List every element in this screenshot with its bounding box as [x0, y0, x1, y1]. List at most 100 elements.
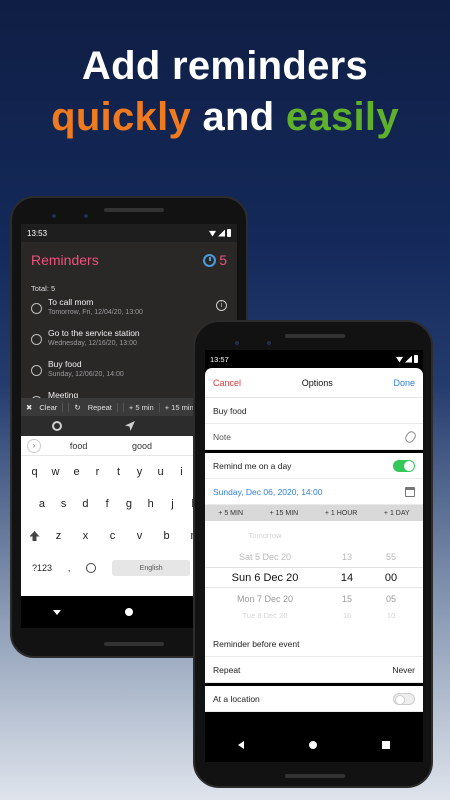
complete-radio[interactable] — [31, 334, 42, 345]
note-field[interactable]: Note — [205, 424, 423, 450]
plus-5-min-button[interactable]: + 5 min — [124, 402, 160, 412]
reminder-title: Go to the service station — [48, 328, 140, 338]
complete-radio[interactable] — [31, 303, 42, 314]
reminder-before-row[interactable]: Reminder before event — [205, 631, 423, 657]
key[interactable]: r — [90, 466, 106, 478]
home-icon[interactable] — [125, 608, 133, 616]
wheel-date: Sat 5 Dec 20 — [238, 551, 292, 562]
list-item[interactable]: To call mom Tomorrow, Fri, 12/04/20, 13:… — [31, 297, 227, 328]
complete-radio[interactable] — [31, 365, 42, 376]
remind-day-toggle[interactable] — [393, 459, 415, 472]
repeat-row[interactable]: Repeat Never — [205, 657, 423, 683]
back-icon[interactable] — [53, 609, 61, 615]
suggestion[interactable]: good — [110, 441, 173, 451]
key[interactable]: i — [174, 466, 190, 478]
headline-and: and — [191, 95, 286, 139]
numbers-key[interactable]: ?123 — [32, 563, 52, 573]
info-icon[interactable]: i — [216, 300, 227, 311]
home-icon[interactable] — [308, 741, 317, 749]
plus-1-hour-button[interactable]: + 1 HOUR — [325, 510, 357, 517]
status-bar: 13:57 — [205, 350, 423, 368]
note-placeholder: Note — [213, 431, 231, 442]
reminder-date: Wednesday, 12/16/20, 13:00 — [48, 340, 137, 347]
key[interactable]: a — [34, 498, 50, 510]
key[interactable]: d — [77, 498, 93, 510]
comma-key[interactable]: , — [68, 563, 71, 573]
signal-icon — [405, 355, 412, 363]
chevron-right-icon[interactable]: › — [27, 438, 41, 453]
repeat-value: Never — [392, 664, 415, 675]
clear-button[interactable]: ✖ Clear — [21, 402, 70, 412]
wheel-date: Tomorrow — [248, 531, 282, 540]
shift-icon[interactable] — [29, 531, 40, 541]
headline-quickly: quickly — [51, 95, 192, 139]
bottom-grille — [104, 642, 164, 646]
plus-5-min-button[interactable]: + 5 MIN — [218, 510, 243, 517]
options-header: Cancel Options Done — [205, 368, 423, 398]
options-title: Options — [301, 377, 333, 388]
suggestion[interactable]: food — [47, 441, 110, 451]
date-time-wheel[interactable]: Tomorrow Sat 5 Dec 20 13 55 Sun 6 Dec 20… — [205, 521, 423, 631]
phone-options: 13:57 Cancel Options Done Buy food Note … — [193, 320, 433, 788]
key[interactable]: j — [164, 498, 180, 510]
key[interactable]: s — [56, 498, 72, 510]
key[interactable]: y — [132, 466, 148, 478]
location-arrow-icon[interactable] — [124, 421, 135, 431]
key[interactable]: w — [48, 466, 64, 478]
alarm-clock-icon — [203, 253, 217, 267]
cancel-button[interactable]: Cancel — [213, 378, 241, 388]
status-icons — [396, 355, 418, 363]
plus-15-min-button[interactable]: + 15 MIN — [270, 510, 299, 517]
repeat-button[interactable]: ↻ Repeat — [69, 402, 124, 412]
status-icons — [209, 229, 231, 237]
status-time: 13:57 — [210, 354, 229, 364]
wheel-row: Mon 7 Dec 20 15 05 — [205, 588, 423, 609]
key[interactable]: v — [132, 530, 148, 542]
key[interactable]: e — [69, 466, 85, 478]
wheel-date: Mon 7 Dec 20 — [236, 593, 294, 604]
signal-icon — [218, 229, 225, 237]
battery-icon — [414, 355, 418, 363]
repeat-label: Repeat — [82, 402, 118, 412]
key[interactable]: c — [105, 530, 121, 542]
recents-icon[interactable] — [382, 741, 391, 749]
calendar-icon[interactable] — [405, 486, 415, 497]
headline-easily: easily — [285, 95, 399, 139]
system-nav-bar — [205, 728, 423, 762]
key[interactable]: f — [99, 498, 115, 510]
date-row[interactable]: Sunday, Dec 06, 2020, 14:00 — [205, 479, 423, 505]
location-toggle[interactable] — [393, 692, 415, 705]
key[interactable]: q — [27, 466, 43, 478]
alarm-counter[interactable]: 5 — [203, 252, 227, 268]
plus-1-day-button[interactable]: + 1 DAY — [384, 510, 410, 517]
wheel-minute: 05 — [385, 593, 396, 604]
key[interactable]: u — [153, 466, 169, 478]
reminder-title: Buy food — [48, 359, 82, 369]
reminder-date: Sunday, 12/06/20, 14:00 — [48, 371, 124, 378]
repeat-label: Repeat — [213, 664, 241, 675]
clear-label: Clear — [34, 402, 64, 412]
key[interactable]: x — [78, 530, 94, 542]
key[interactable]: h — [143, 498, 159, 510]
wheel-minute: 55 — [385, 551, 396, 562]
alarm-count: 5 — [219, 252, 227, 268]
key[interactable]: g — [121, 498, 137, 510]
done-button[interactable]: Done — [393, 378, 415, 388]
clock-icon[interactable] — [52, 421, 63, 431]
sensor-dot — [267, 341, 271, 345]
key[interactable]: b — [159, 530, 175, 542]
space-bar[interactable]: English — [112, 560, 191, 576]
key[interactable]: z — [51, 530, 67, 542]
key[interactable]: t — [111, 466, 127, 478]
wifi-icon — [209, 230, 216, 237]
sensor-dot — [84, 214, 88, 218]
headline-line2: quickly and easily — [0, 95, 450, 140]
screen: 13:57 Cancel Options Done Buy food Note … — [205, 350, 423, 762]
headline-line1: Add reminders — [81, 44, 369, 88]
reminder-before-label: Reminder before event — [213, 638, 300, 649]
paperclip-icon[interactable] — [403, 429, 418, 444]
task-name-field[interactable]: Buy food — [205, 398, 423, 424]
back-icon[interactable] — [237, 741, 244, 749]
globe-icon[interactable] — [86, 563, 97, 573]
location-row: At a location — [205, 686, 423, 712]
